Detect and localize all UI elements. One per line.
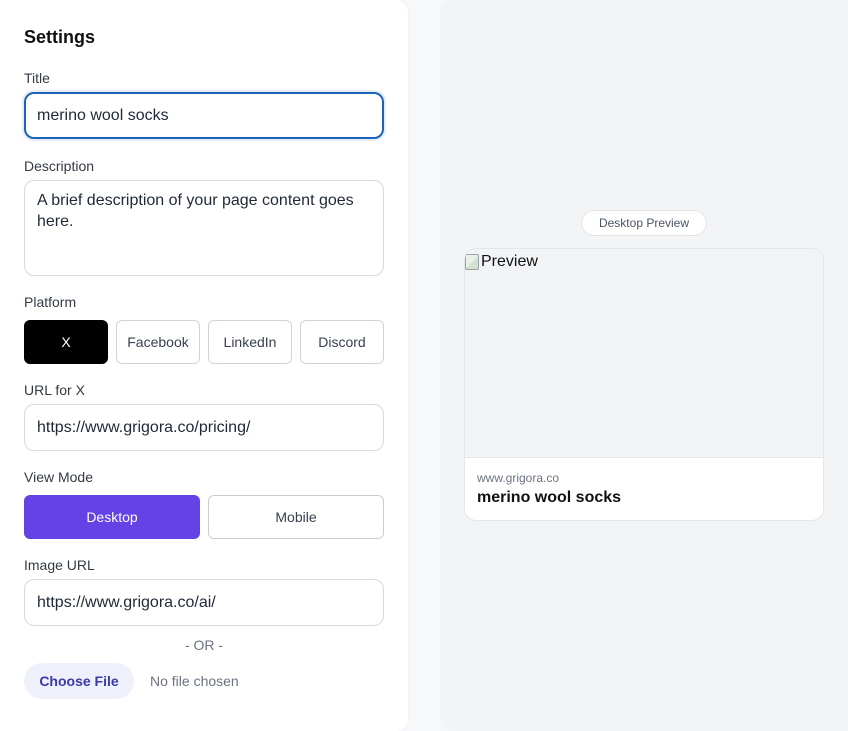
platform-label: Platform	[24, 294, 77, 310]
preview-card: Preview www.grigora.co merino wool socks	[464, 248, 824, 521]
image-url-input[interactable]: https://www.grigora.co/ai/	[24, 579, 384, 626]
url-input[interactable]: https://www.grigora.co/pricing/	[24, 404, 384, 451]
platform-linkedin-button[interactable]: LinkedIn	[208, 320, 292, 364]
url-label: URL for X	[24, 382, 85, 398]
preview-image-alt: Preview	[481, 253, 538, 270]
choose-file-button[interactable]: Choose File	[24, 663, 134, 699]
settings-title: Settings	[24, 27, 96, 47]
image-url-label: Image URL	[24, 557, 95, 573]
title-input[interactable]: merino wool socks	[24, 92, 384, 139]
url-input-value: https://www.grigora.co/pricing/	[37, 418, 251, 436]
platform-discord-button[interactable]: Discord	[300, 320, 384, 364]
image-placeholder-icon	[465, 254, 479, 270]
platform-facebook-button[interactable]: Facebook	[116, 320, 200, 364]
title-input-value: merino wool socks	[37, 106, 169, 124]
platform-discord-label: Discord	[318, 334, 366, 350]
description-label: Description	[24, 158, 95, 174]
settings-panel: Settings Title merino wool socks Descrip…	[0, 0, 408, 731]
preview-domain: www.grigora.co	[477, 471, 560, 485]
platform-linkedin-label: LinkedIn	[223, 334, 277, 350]
preview-mode-badge: Desktop Preview	[581, 210, 707, 236]
description-textarea[interactable]: A brief description of your page content…	[24, 180, 384, 276]
file-status: No file chosen	[150, 673, 239, 689]
platform-facebook-label: Facebook	[127, 334, 189, 350]
broken-image-icon: Preview	[465, 253, 538, 271]
platform-x-button[interactable]: X	[24, 320, 108, 364]
preview-title: merino wool socks	[477, 489, 622, 506]
or-separator: - OR -	[184, 637, 224, 653]
title-label: Title	[24, 70, 50, 86]
mobile-mode-button[interactable]: Mobile	[208, 495, 384, 539]
desktop-mode-label: Desktop	[86, 509, 138, 525]
image-url-value: https://www.grigora.co/ai/	[37, 593, 216, 611]
preview-image: Preview	[465, 249, 823, 458]
desktop-mode-button[interactable]: Desktop	[24, 495, 200, 539]
mobile-mode-label: Mobile	[275, 509, 317, 525]
view-mode-label: View Mode	[24, 469, 94, 485]
description-value: A brief description of your page content…	[37, 192, 354, 230]
platform-x-label: X	[61, 334, 71, 350]
